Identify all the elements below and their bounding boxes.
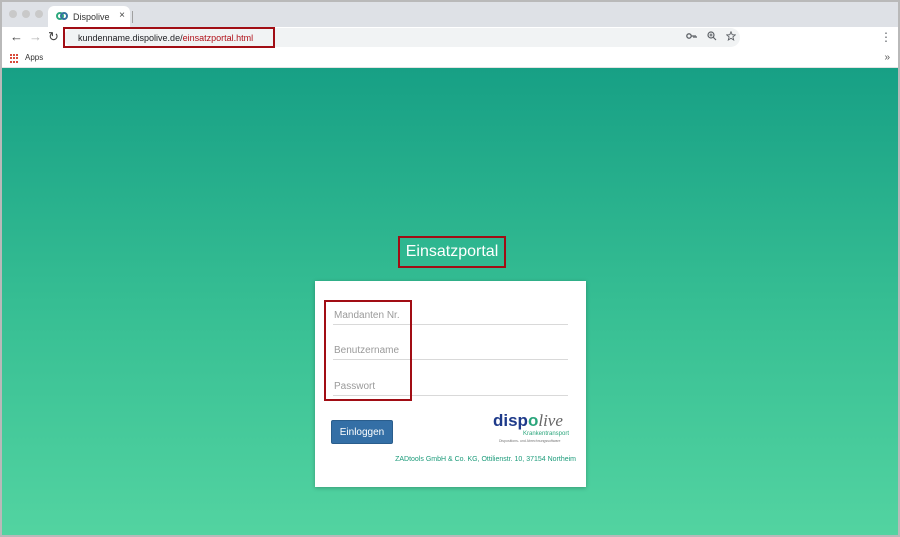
tab-title: Dispolive <box>73 11 110 22</box>
dispolive-logo: dispolive Krankentransport Dispositions-… <box>493 411 577 443</box>
browser-window: Dispolive × ← → ↻ kundenname.dispolive.d… <box>0 0 900 537</box>
dispolive-favicon-icon <box>56 12 68 21</box>
zoom-icon[interactable] <box>707 31 717 45</box>
apps-grid-icon[interactable] <box>10 54 19 63</box>
browser-toolbar: ← → ↻ kundenname.dispolive.de/einsatzpor… <box>2 27 898 49</box>
page-content: Einsatzportal Einloggen dispolive Kranke… <box>2 68 898 535</box>
password-field-wrapper <box>333 376 568 396</box>
minimize-window-dot[interactable] <box>22 10 30 18</box>
browser-menu-icon[interactable]: ⋮ <box>880 30 892 44</box>
bookmark-apps[interactable]: Apps <box>25 53 43 62</box>
tab-dispolive[interactable]: Dispolive × <box>48 6 130 27</box>
tab-close-icon[interactable]: × <box>119 10 125 22</box>
back-arrow-icon[interactable]: ← <box>10 29 23 45</box>
tab-strip: Dispolive × <box>2 2 898 27</box>
window-controls <box>9 10 43 18</box>
login-card: Einloggen dispolive Krankentransport Dis… <box>315 281 586 487</box>
forward-arrow-icon[interactable]: → <box>29 29 42 45</box>
close-window-dot[interactable] <box>9 10 17 18</box>
maximize-window-dot[interactable] <box>35 10 43 18</box>
logo-wordmark: dispolive <box>493 411 563 431</box>
logo-tagline: Dispositions- und Abrechnungssoftware <box>499 439 561 443</box>
username-field-wrapper <box>333 340 568 360</box>
page-title: Einsatzportal <box>398 236 506 268</box>
mandanten-input[interactable] <box>333 306 568 325</box>
logo-brand-first: disp <box>493 411 528 430</box>
username-input[interactable] <box>333 341 568 360</box>
url-highlight-box <box>63 27 275 48</box>
bookmarks-more-icon[interactable]: » <box>884 52 890 63</box>
bookmarks-bar: Apps » <box>2 49 898 68</box>
logo-brand-o: o <box>527 411 539 430</box>
star-icon[interactable] <box>725 30 737 45</box>
logo-brand-second: live <box>538 411 563 430</box>
mandanten-field-wrapper <box>333 305 568 325</box>
key-icon[interactable] <box>686 31 697 45</box>
login-button[interactable]: Einloggen <box>331 420 393 444</box>
tab-divider <box>132 11 133 23</box>
logo-subtitle: Krankentransport <box>523 431 570 437</box>
company-footer: ZADtools GmbH & Co. KG, Ottilienstr. 10,… <box>395 456 576 463</box>
password-input[interactable] <box>333 377 568 396</box>
reload-icon[interactable]: ↻ <box>48 29 59 45</box>
